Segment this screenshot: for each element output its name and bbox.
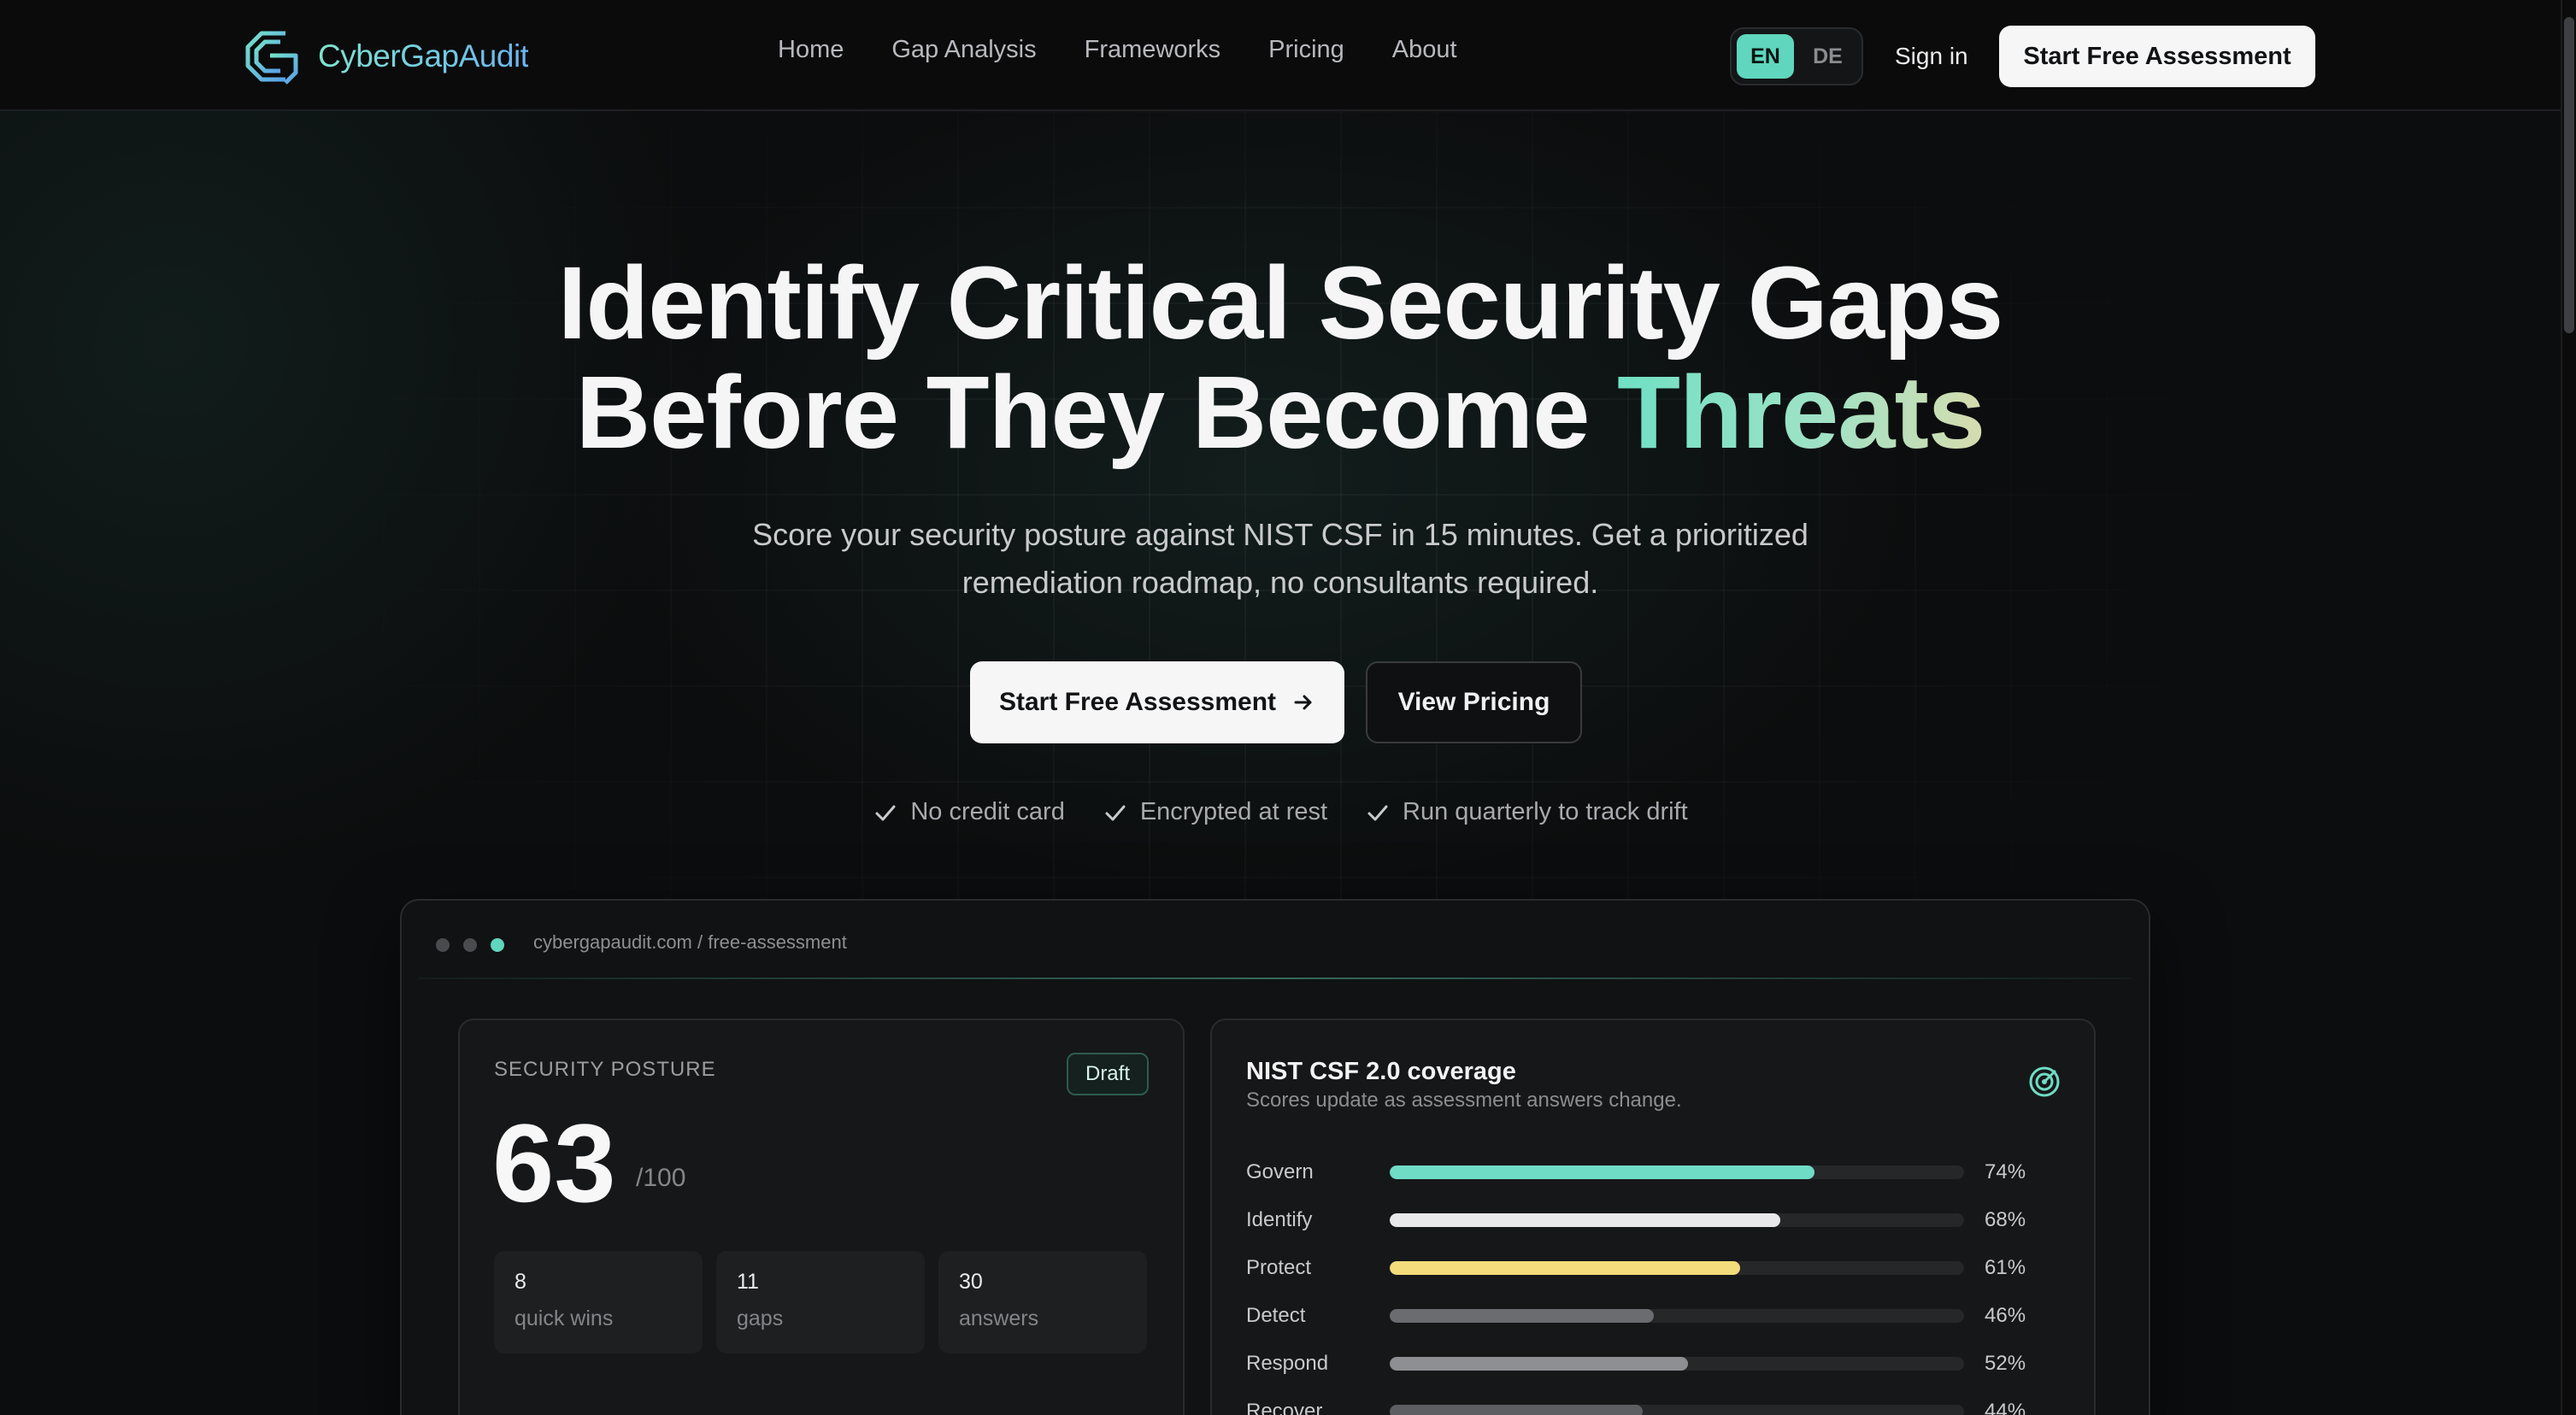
nav-link-pricing[interactable]: Pricing xyxy=(1268,36,1344,64)
stat-label: quick wins xyxy=(515,1306,614,1330)
start-free-assessment-label: Start Free Assessment xyxy=(998,688,1277,716)
coverage-percent: 74% xyxy=(1985,1160,2026,1183)
primary-nav: Home Gap Analysis Frameworks Pricing Abo… xyxy=(778,36,1457,64)
coverage-bar-fill xyxy=(1390,1405,1643,1415)
start-free-assessment-button[interactable]: Start Free Assessment xyxy=(970,661,1344,743)
nist-coverage-card: NIST CSF 2.0 coverage Scores update as a… xyxy=(1210,1019,2096,1415)
language-en-button[interactable]: EN xyxy=(1737,34,1794,79)
coverage-bar-fill xyxy=(1390,1213,1780,1227)
coverage-row-recover: Recover 44% xyxy=(1246,1388,2067,1415)
logo-icon xyxy=(245,31,298,85)
check-item: No credit card xyxy=(873,798,1065,826)
window-dot xyxy=(436,938,450,952)
stat-gaps: 11 gaps xyxy=(716,1251,925,1353)
brand-logo[interactable]: CyberGapAudit xyxy=(236,21,529,92)
coverage-bar-track xyxy=(1390,1261,1964,1275)
check-icon xyxy=(1105,805,1126,820)
window-dot-active xyxy=(491,938,504,952)
coverage-function-name: Protect xyxy=(1246,1256,1312,1279)
coverage-row-identify: Identify 68% xyxy=(1246,1196,2067,1244)
language-switcher: EN DE xyxy=(1730,27,1863,85)
nav-link-gap-analysis[interactable]: Gap Analysis xyxy=(891,36,1036,64)
browser-url: cybergapaudit.com / free-assessment xyxy=(533,931,847,953)
stat-value: 30 xyxy=(959,1270,983,1294)
check-icon xyxy=(875,805,896,820)
view-pricing-button[interactable]: View Pricing xyxy=(1366,661,1582,743)
check-icon xyxy=(1367,805,1388,820)
top-navbar: CyberGapAudit Home Gap Analysis Framewor… xyxy=(0,0,2561,111)
nav-link-home[interactable]: Home xyxy=(778,36,844,64)
check-label: Encrypted at rest xyxy=(1139,798,1328,825)
nist-coverage-subtitle: Scores update as assessment answers chan… xyxy=(1246,1089,1682,1112)
page: CyberGapAudit Home Gap Analysis Framewor… xyxy=(0,0,2576,1415)
hero-title-line-1: Identify Critical Security Gaps xyxy=(557,244,2003,361)
sign-in-link[interactable]: Sign in xyxy=(1895,43,1968,70)
posture-stats: 8 quick wins 11 gaps 30 answers xyxy=(494,1251,1147,1353)
hero-subtitle: Score your security posture against NIST… xyxy=(598,511,1962,607)
posture-score-max: /100 xyxy=(636,1164,686,1192)
stat-label: gaps xyxy=(737,1306,784,1330)
window-dots xyxy=(436,938,504,952)
coverage-bar-track xyxy=(1390,1405,1964,1415)
language-de-button[interactable]: DE xyxy=(1799,34,1856,79)
coverage-bar-fill xyxy=(1390,1357,1689,1371)
radar-icon xyxy=(2029,1066,2060,1097)
coverage-percent: 46% xyxy=(1985,1304,2026,1327)
nist-coverage-title: NIST CSF 2.0 coverage xyxy=(1246,1058,1516,1085)
coverage-bar-fill xyxy=(1390,1309,1655,1323)
hero-title: Identify Critical Security Gaps Before T… xyxy=(0,248,2561,467)
nav-start-assessment-button[interactable]: Start Free Assessment xyxy=(1999,26,2315,87)
security-posture-card: SECURITY POSTURE Draft 63 /100 8 quick w… xyxy=(458,1019,1185,1415)
coverage-percent: 61% xyxy=(1985,1256,2026,1279)
hero-title-line-2: Before They Become Threats xyxy=(0,357,2561,467)
trust-checklist: No credit card Encrypted at rest Run qua… xyxy=(0,798,2561,826)
coverage-percent: 44% xyxy=(1985,1400,2026,1415)
coverage-row-protect: Protect 61% xyxy=(1246,1244,2067,1292)
posture-score: 63 xyxy=(492,1101,616,1225)
coverage-row-detect: Detect 46% xyxy=(1246,1292,2067,1340)
coverage-bar-track xyxy=(1390,1357,1964,1371)
coverage-percent: 52% xyxy=(1985,1352,2026,1375)
coverage-percent: 68% xyxy=(1985,1208,2026,1231)
scrollbar-thumb[interactable] xyxy=(2564,17,2574,333)
brand-name: CyberGapAudit xyxy=(318,38,529,73)
coverage-function-name: Recover xyxy=(1246,1400,1323,1415)
coverage-bar-track xyxy=(1390,1213,1964,1227)
check-label: Run quarterly to track drift xyxy=(1403,798,1688,825)
coverage-function-name: Identify xyxy=(1246,1208,1313,1231)
coverage-bar-track xyxy=(1390,1165,1964,1179)
status-badge: Draft xyxy=(1066,1053,1149,1095)
nist-coverage-bars: Govern 74% Identify 68% Protect 61% Detect 46% R… xyxy=(1246,1148,2067,1415)
coverage-bar-track xyxy=(1390,1309,1964,1323)
nav-link-frameworks[interactable]: Frameworks xyxy=(1085,36,1221,64)
stat-quick-wins: 8 quick wins xyxy=(494,1251,703,1353)
coverage-bar-fill xyxy=(1390,1165,1815,1179)
nav-link-about[interactable]: About xyxy=(1392,36,1457,64)
coverage-function-name: Govern xyxy=(1246,1160,1314,1183)
divider xyxy=(419,978,2132,979)
hero-subtitle-line-2: remediation roadmap, no consultants requ… xyxy=(962,565,1599,600)
stat-value: 11 xyxy=(737,1270,759,1294)
coverage-function-name: Respond xyxy=(1246,1352,1329,1375)
assessment-preview-window: cybergapaudit.com / free-assessment SECU… xyxy=(400,899,2150,1415)
stat-value: 8 xyxy=(515,1270,526,1294)
check-label: No credit card xyxy=(910,798,1065,825)
window-dot xyxy=(463,938,477,952)
coverage-bar-fill xyxy=(1390,1261,1740,1275)
coverage-row-govern: Govern 74% xyxy=(1246,1148,2067,1196)
check-item: Run quarterly to track drift xyxy=(1365,798,1688,826)
hero-title-line-2-text: Before They Become xyxy=(575,354,1618,470)
check-item: Encrypted at rest xyxy=(1103,798,1327,826)
stat-label: answers xyxy=(959,1306,1039,1330)
coverage-row-respond: Respond 52% xyxy=(1246,1340,2067,1388)
hero-subtitle-line-1: Score your security posture against NIST… xyxy=(752,517,1808,552)
posture-label: SECURITY POSTURE xyxy=(494,1058,716,1081)
browser-bar: cybergapaudit.com / free-assessment xyxy=(402,901,2149,978)
hero-title-accent: Threats xyxy=(1617,354,1985,470)
arrow-right-icon xyxy=(1294,695,1312,710)
stat-answers: 30 answers xyxy=(938,1251,1147,1353)
coverage-function-name: Detect xyxy=(1246,1304,1306,1327)
